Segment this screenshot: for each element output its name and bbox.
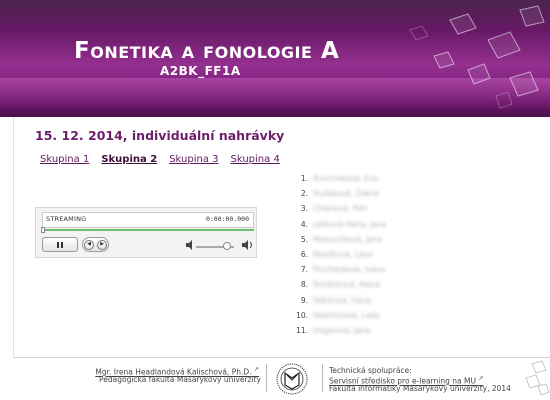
time-readout: 0:00:00.000 (205, 215, 249, 223)
student-name[interactable]: Lášková Hana, Jana (313, 220, 386, 229)
progress-bar[interactable] (42, 229, 254, 231)
tab-skupina-3[interactable]: Skupina 3 (169, 154, 218, 165)
student-list: 1. Anonimková, Eva 2. Hudáková, Zdena 3. Ch… (292, 171, 386, 338)
list-item[interactable]: 5. Makovičková, Jana (292, 232, 386, 247)
volume-high-icon[interactable] (242, 240, 254, 250)
progress-handle[interactable] (41, 227, 45, 233)
external-link-icon: ↗ (478, 375, 484, 382)
pause-button[interactable] (42, 237, 78, 252)
course-banner: Fonetika a fonologie A A2BK_FF1A (0, 0, 550, 117)
list-item[interactable]: 7. Procházková, Ivana (292, 262, 386, 277)
student-name[interactable]: Šimánková, Alena (313, 280, 380, 289)
stream-status: STREAMING (46, 215, 87, 223)
footer-separator (266, 364, 267, 392)
external-link-icon: ↗ (253, 366, 259, 373)
tab-skupina-4[interactable]: Skupina 4 (231, 154, 280, 165)
student-name[interactable]: Štěrbová, Hana (313, 296, 371, 305)
footer-separator (322, 364, 323, 392)
tech-faculty: Fakulta informatiky Masarykovy univerzit… (329, 384, 511, 393)
list-item[interactable]: 8. Šimánková, Alena (292, 277, 386, 292)
list-item[interactable]: 9. Štěrbová, Hana (292, 293, 386, 308)
list-item[interactable]: 3. Chlanová, Petr (292, 201, 386, 216)
next-icon[interactable]: ▶ (97, 239, 107, 250)
course-code: A2BK_FF1A (160, 64, 241, 78)
volume-mute-icon[interactable] (186, 240, 195, 250)
page-title: 15. 12. 2014, individuální nahrávky (35, 128, 285, 143)
student-name[interactable]: Valentínová, Lada (313, 311, 380, 320)
student-name[interactable]: Hudáková, Zdena (313, 189, 379, 198)
decorative-cubes-icon (409, 5, 545, 109)
player-display: STREAMING 0:00:00.000 (42, 212, 254, 228)
university-seal-icon (276, 363, 308, 395)
tab-skupina-1[interactable]: Skupina 1 (40, 154, 89, 165)
list-item[interactable]: 6. Mazlíková, Libor (292, 247, 386, 262)
previous-icon[interactable]: ◀ (84, 239, 94, 250)
student-name[interactable]: Chlanová, Petr (313, 204, 368, 213)
tech-support-label: Technická spolupráce: (329, 366, 412, 375)
list-item[interactable]: 4. Lášková Hana, Jana (292, 217, 386, 232)
student-name[interactable]: Ungerová, Jana (313, 326, 370, 335)
decorative-cubes-icon (525, 360, 550, 396)
list-item[interactable]: 1. Anonimková, Eva (292, 171, 386, 186)
list-item[interactable]: 11. Ungerová, Jana (292, 323, 386, 338)
tab-skupina-2[interactable]: Skupina 2 (101, 154, 157, 165)
author-faculty: Pedagogická fakulta Masarykovy univerzit… (99, 375, 261, 384)
student-name[interactable]: Makovičková, Jana (313, 235, 382, 244)
list-item[interactable]: 10. Valentínová, Lada (292, 308, 386, 323)
course-title: Fonetika a fonologie A (74, 38, 340, 64)
skip-buttons: ◀ ▶ (82, 237, 109, 252)
student-name[interactable]: Anonimková, Eva (313, 174, 378, 183)
list-item[interactable]: 2. Hudáková, Zdena (292, 186, 386, 201)
pause-icon (57, 241, 63, 248)
content-border (13, 117, 14, 357)
volume-handle[interactable] (223, 242, 231, 250)
student-name[interactable]: Procházková, Ivana (313, 265, 385, 274)
audio-player: STREAMING 0:00:00.000 ◀ ▶ (35, 207, 257, 258)
group-tabs: Skupina 1 Skupina 2 Skupina 3 Skupina 4 (40, 154, 280, 165)
student-name[interactable]: Mazlíková, Libor (313, 250, 373, 259)
